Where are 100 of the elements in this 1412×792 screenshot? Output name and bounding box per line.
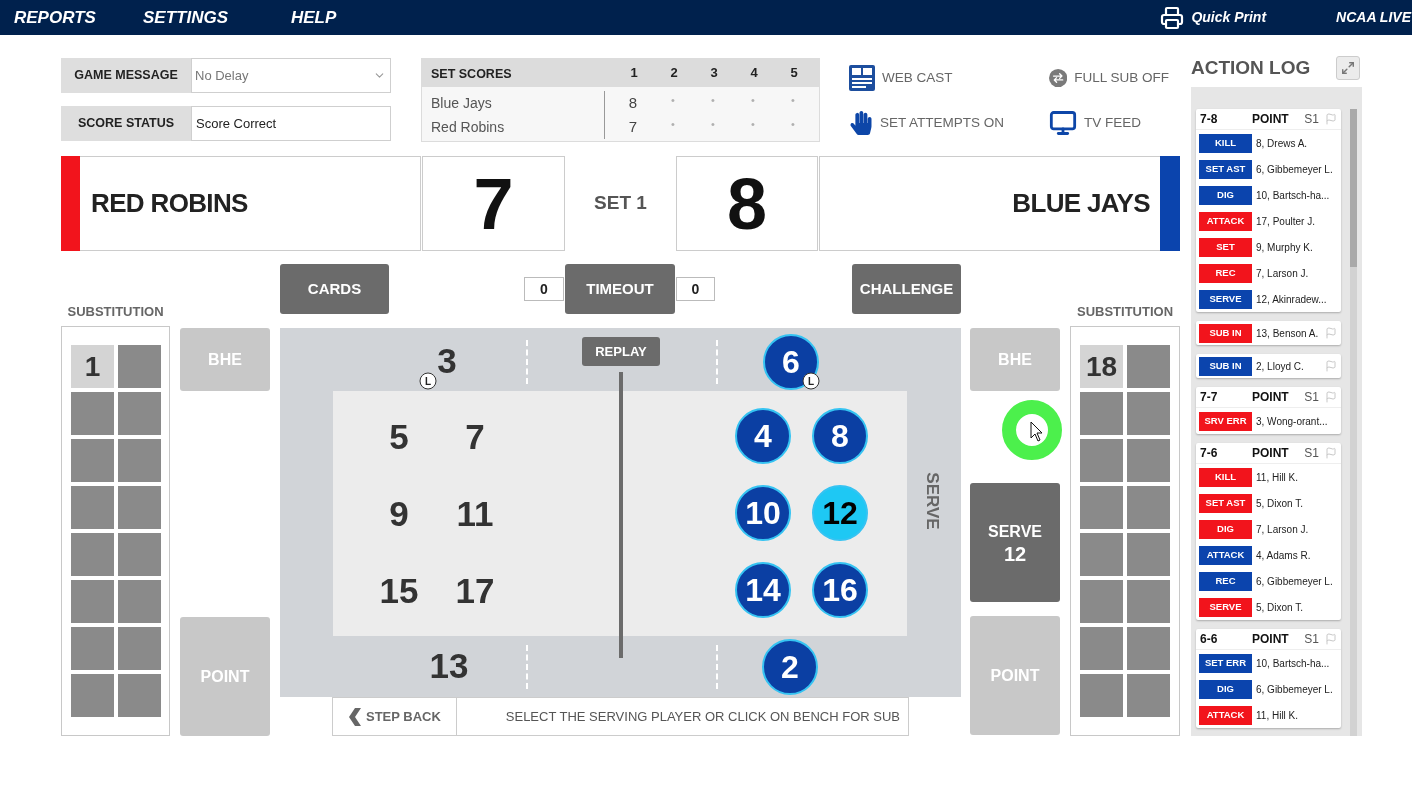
menu-item[interactable]: SETTINGS [143, 4, 228, 31]
player-number[interactable]: 7 [465, 418, 485, 454]
bench-player[interactable]: 1 [71, 345, 114, 388]
bench-slot[interactable] [71, 392, 114, 435]
step-back-button[interactable]: STEP BACK [332, 697, 457, 736]
score-status-field[interactable]: Score Correct [191, 106, 391, 141]
bench-player[interactable]: 18 [1080, 345, 1123, 388]
bench-slot[interactable] [118, 580, 161, 623]
bench-slot[interactable] [1080, 486, 1123, 529]
bench-slot[interactable] [71, 486, 114, 529]
action-type: SET AST [1199, 159, 1252, 179]
menu-item[interactable]: REPORTS [14, 4, 96, 31]
flag-icon[interactable] [1325, 113, 1337, 125]
bench-slot[interactable] [1080, 674, 1123, 717]
action-player: 17, Poulter J. [1256, 214, 1315, 229]
player-number[interactable]: 13 [429, 647, 469, 683]
attack-line [526, 645, 528, 689]
bench-slot[interactable] [1127, 439, 1170, 482]
action-type: DIG [1199, 519, 1252, 539]
action-type: SUB IN [1199, 356, 1252, 376]
bench-slot[interactable] [1080, 627, 1123, 670]
player-number[interactable]: 3 [437, 342, 457, 378]
action-type: SERVE [1199, 289, 1252, 309]
log-entry-card[interactable]: 7-7 POINT S1 SRV ERR 3, Wong-orant... [1196, 387, 1341, 434]
bench-slot[interactable] [118, 439, 161, 482]
serve-button[interactable]: SERVE 12 [970, 483, 1060, 602]
swap-arrows-icon [1049, 66, 1068, 90]
cards-button[interactable]: CARDS [280, 264, 389, 314]
challenge-button[interactable]: CHALLENGE [852, 264, 961, 314]
score-status-label: SCORE STATUS [61, 106, 191, 141]
bench-slot[interactable] [118, 533, 161, 576]
bench-slot[interactable] [1127, 392, 1170, 435]
bench-slot[interactable] [118, 392, 161, 435]
log-entry-card[interactable]: 6-6 POINT S1 SET ERR 10, Bartsch-ha... DIG 6, Gibbemeyer L. ATTACK 11, Hill K. [1196, 629, 1341, 728]
bench-slot[interactable] [1127, 486, 1170, 529]
log-set-label: S1 [1304, 631, 1319, 648]
player-number[interactable]: 15 [379, 572, 419, 608]
log-entry-card[interactable]: SUB IN 2, Lloyd C. [1196, 354, 1341, 378]
log-entry-card[interactable]: 7-8 POINT S1 KILL 8, Drews A. SET AST 6, Gibbemeyer L. DIG 10, Bartsch-ha... ATTACK 17, Poulter J. SET 9, Murphy K. REC 7, Larson J. SERVE 12, Akinradew... [1196, 109, 1341, 312]
bench-slot[interactable] [1080, 392, 1123, 435]
printer-icon [1160, 5, 1185, 30]
bench-slot[interactable] [71, 627, 114, 670]
toggle-button[interactable]: WEB CAST [849, 65, 1049, 91]
substitution-label: SUBSTITUTION [66, 303, 165, 320]
log-entry-card[interactable]: SUB IN 13, Benson A. [1196, 321, 1341, 345]
flag-icon[interactable] [1325, 447, 1337, 459]
set-number: 1 [629, 64, 639, 83]
bench-slot[interactable] [118, 345, 161, 388]
flag-icon[interactable] [1325, 391, 1337, 403]
action-player: 11, Hill K. [1256, 708, 1299, 723]
bench-slot[interactable] [1080, 580, 1123, 623]
action-type: REC [1199, 571, 1252, 591]
team-name: Red Robins [431, 117, 505, 137]
cursor-click-icon [1002, 400, 1062, 460]
scrollbar[interactable] [1350, 109, 1357, 736]
team-score: 7 [422, 156, 565, 251]
player-number[interactable]: 11 [456, 495, 494, 531]
expand-button[interactable] [1336, 56, 1360, 80]
instruction-text: SELECT THE SERVING PLAYER OR CLICK ON BENCH FOR SUB [457, 697, 909, 736]
timeout-button[interactable]: TIMEOUT [565, 264, 675, 314]
bench-slot[interactable] [118, 627, 161, 670]
bench-slot[interactable] [118, 674, 161, 717]
action-log-title: ACTION LOG [1191, 55, 1311, 80]
action-player: 6, Gibbemeyer L. [1256, 574, 1333, 589]
flag-icon[interactable] [1325, 633, 1337, 645]
team-score: 8 [676, 156, 818, 251]
bench-slot[interactable] [118, 486, 161, 529]
bench-slot[interactable] [1080, 439, 1123, 482]
action-player: 13, Benson A. [1256, 326, 1319, 341]
bench-slot[interactable] [71, 674, 114, 717]
toggle-button[interactable]: FULL SUB OFF [1049, 65, 1169, 91]
chevron-left-icon [349, 707, 361, 726]
action-player: 3, Wong-orant... [1256, 414, 1328, 429]
bench-slot[interactable] [71, 439, 114, 482]
set-score: • [710, 116, 716, 132]
player-number[interactable]: 17 [455, 572, 495, 608]
bench-slot[interactable] [71, 533, 114, 576]
bench-slot[interactable] [1127, 533, 1170, 576]
action-type: SET AST [1199, 493, 1252, 513]
bench-slot[interactable] [71, 580, 114, 623]
flag-icon[interactable] [1325, 327, 1337, 339]
bench-slot[interactable] [1080, 533, 1123, 576]
menu-item[interactable]: HELP [291, 4, 337, 31]
player-number[interactable]: 5 [389, 418, 409, 454]
log-entry-card[interactable]: 7-6 POINT S1 KILL 11, Hill K. SET AST 5, Dixon T. DIG 7, Larson J. ATTACK 4, Adams R. REC 6, Gibbemeyer L. SERVE 5, Dixon T. [1196, 443, 1341, 620]
player-number[interactable]: 9 [389, 495, 409, 531]
log-score: 6-6 [1200, 631, 1219, 648]
flag-icon[interactable] [1325, 360, 1337, 372]
bench-slot[interactable] [1127, 345, 1170, 388]
action-type: SET ERR [1199, 653, 1252, 673]
bench-slot[interactable] [1127, 627, 1170, 670]
bench-slot[interactable] [1127, 674, 1170, 717]
replay-button[interactable]: REPLAY [582, 337, 660, 366]
action-player: 7, Larson J. [1256, 266, 1309, 281]
bench-slot[interactable] [1127, 580, 1170, 623]
player-marker[interactable]: 2 [762, 639, 818, 695]
toggle-button[interactable]: SET ATTEMPTS ON [849, 110, 1049, 136]
quick-print-button[interactable]: Quick Print [1160, 5, 1267, 30]
game-message-dropdown[interactable]: No Delay [191, 58, 391, 93]
toggle-button[interactable]: TV FEED [1049, 110, 1169, 136]
